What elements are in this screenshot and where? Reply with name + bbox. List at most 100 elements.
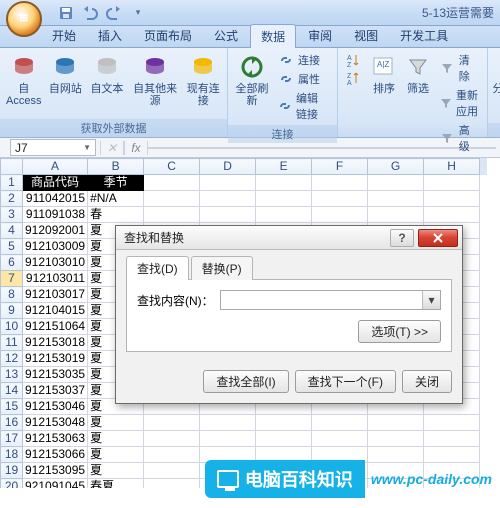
sort-desc-button[interactable]: ZA	[342, 69, 366, 87]
cell[interactable]: 911042015	[23, 191, 88, 207]
row-header-8[interactable]: 8	[1, 287, 23, 303]
cell[interactable]: 912153019	[23, 351, 88, 367]
cell[interactable]: 春	[88, 207, 144, 223]
cell[interactable]	[144, 463, 200, 479]
save-icon[interactable]	[56, 3, 76, 23]
column-header-A[interactable]: A	[23, 159, 88, 175]
cell[interactable]	[256, 415, 312, 431]
row-header-13[interactable]: 13	[1, 367, 23, 383]
find-what-input[interactable]	[221, 291, 422, 309]
ribbon-tab-0[interactable]: 开始	[42, 24, 86, 47]
connections-item-0[interactable]: 连接	[274, 51, 333, 69]
row-header-17[interactable]: 17	[1, 431, 23, 447]
cell[interactable]: 912103010	[23, 255, 88, 271]
row-header-11[interactable]: 11	[1, 335, 23, 351]
sort-button[interactable]: A|Z 排序	[368, 51, 400, 155]
chevron-down-icon[interactable]: ▼	[83, 143, 91, 152]
row-header-15[interactable]: 15	[1, 399, 23, 415]
find-next-button[interactable]: 查找下一个(F)	[295, 370, 396, 393]
column-header-E[interactable]: E	[256, 159, 312, 175]
row-header-9[interactable]: 9	[1, 303, 23, 319]
column-header-D[interactable]: D	[200, 159, 256, 175]
cell[interactable]: 912103017	[23, 287, 88, 303]
cell[interactable]	[144, 479, 200, 489]
cell[interactable]: 912092001	[23, 223, 88, 239]
cell[interactable]: 912153063	[23, 431, 88, 447]
cell[interactable]	[144, 447, 200, 463]
cell[interactable]: 912103011	[23, 271, 88, 287]
filter-button[interactable]: 筛选	[402, 51, 434, 155]
cell[interactable]: 商品代码	[23, 175, 88, 191]
cell[interactable]: 912153018	[23, 335, 88, 351]
column-header-G[interactable]: G	[368, 159, 424, 175]
cell[interactable]: 912103009	[23, 239, 88, 255]
row-header-3[interactable]: 3	[1, 207, 23, 223]
fx-icon[interactable]: fx	[124, 141, 148, 155]
row-header-10[interactable]: 10	[1, 319, 23, 335]
cell[interactable]	[144, 175, 200, 191]
column-header-H[interactable]: H	[424, 159, 480, 175]
cell[interactable]: 912104015	[23, 303, 88, 319]
ribbon-tab-4[interactable]: 数据	[250, 24, 296, 48]
cell[interactable]	[200, 191, 256, 207]
tab-replace[interactable]: 替换(P)	[191, 256, 253, 280]
cell[interactable]: 912153095	[23, 463, 88, 479]
cell[interactable]	[368, 175, 424, 191]
text-to-columns-button[interactable]: 分	[492, 51, 500, 97]
filter-item-0[interactable]: 清除	[436, 51, 483, 85]
row-header-12[interactable]: 12	[1, 351, 23, 367]
connections-item-1[interactable]: 属性	[274, 70, 333, 88]
cell[interactable]: 912153046	[23, 399, 88, 415]
cell[interactable]	[312, 207, 368, 223]
ribbon-tab-2[interactable]: 页面布局	[134, 24, 202, 47]
external-data-button-3[interactable]: 自其他来源	[129, 51, 182, 109]
cell[interactable]	[144, 207, 200, 223]
cell[interactable]: 912153066	[23, 447, 88, 463]
name-box[interactable]: J7 ▼	[10, 139, 96, 156]
external-data-button-2[interactable]: 自文本	[87, 51, 127, 109]
refresh-all-button[interactable]: 全部刷新	[232, 51, 272, 123]
cell[interactable]	[312, 175, 368, 191]
cell[interactable]	[312, 191, 368, 207]
ribbon-tab-3[interactable]: 公式	[204, 24, 248, 47]
sort-asc-button[interactable]: AZ	[342, 51, 366, 69]
ribbon-tab-1[interactable]: 插入	[88, 24, 132, 47]
ribbon-tab-5[interactable]: 审阅	[298, 24, 342, 47]
cell[interactable]	[256, 175, 312, 191]
cancel-formula-icon[interactable]: ✕	[100, 141, 124, 155]
cell[interactable]: 夏	[88, 463, 144, 479]
tab-find[interactable]: 查找(D)	[126, 256, 189, 280]
cell[interactable]	[200, 175, 256, 191]
ribbon-tab-6[interactable]: 视图	[344, 24, 388, 47]
cell[interactable]	[368, 207, 424, 223]
external-data-button-0[interactable]: 自 Access	[4, 51, 44, 109]
redo-icon[interactable]	[104, 3, 124, 23]
cell[interactable]	[424, 191, 480, 207]
cell[interactable]	[200, 415, 256, 431]
chevron-down-icon[interactable]: ▾	[422, 291, 440, 309]
dialog-help-button[interactable]: ?	[390, 229, 414, 247]
cell[interactable]	[144, 415, 200, 431]
cell[interactable]	[368, 431, 424, 447]
cell[interactable]	[424, 175, 480, 191]
cell[interactable]: 夏	[88, 415, 144, 431]
cell[interactable]: 912153035	[23, 367, 88, 383]
cell[interactable]: 912153037	[23, 383, 88, 399]
cell[interactable]: 夏	[88, 431, 144, 447]
options-button[interactable]: 选项(T) >>	[358, 320, 441, 343]
cell[interactable]	[256, 191, 312, 207]
cell[interactable]	[424, 431, 480, 447]
office-button[interactable]: ⊞	[6, 1, 42, 37]
external-data-button-1[interactable]: 自网站	[46, 51, 86, 109]
cell[interactable]: 912153048	[23, 415, 88, 431]
row-header-1[interactable]: 1	[1, 175, 23, 191]
cell[interactable]	[144, 431, 200, 447]
cell[interactable]	[368, 191, 424, 207]
cell[interactable]: 912151064	[23, 319, 88, 335]
qat-customize-icon[interactable]: ▾	[128, 3, 148, 23]
cell[interactable]	[424, 207, 480, 223]
cell[interactable]	[368, 415, 424, 431]
row-header-19[interactable]: 19	[1, 463, 23, 479]
cell[interactable]: 季节	[88, 175, 144, 191]
cell[interactable]: 911091038	[23, 207, 88, 223]
